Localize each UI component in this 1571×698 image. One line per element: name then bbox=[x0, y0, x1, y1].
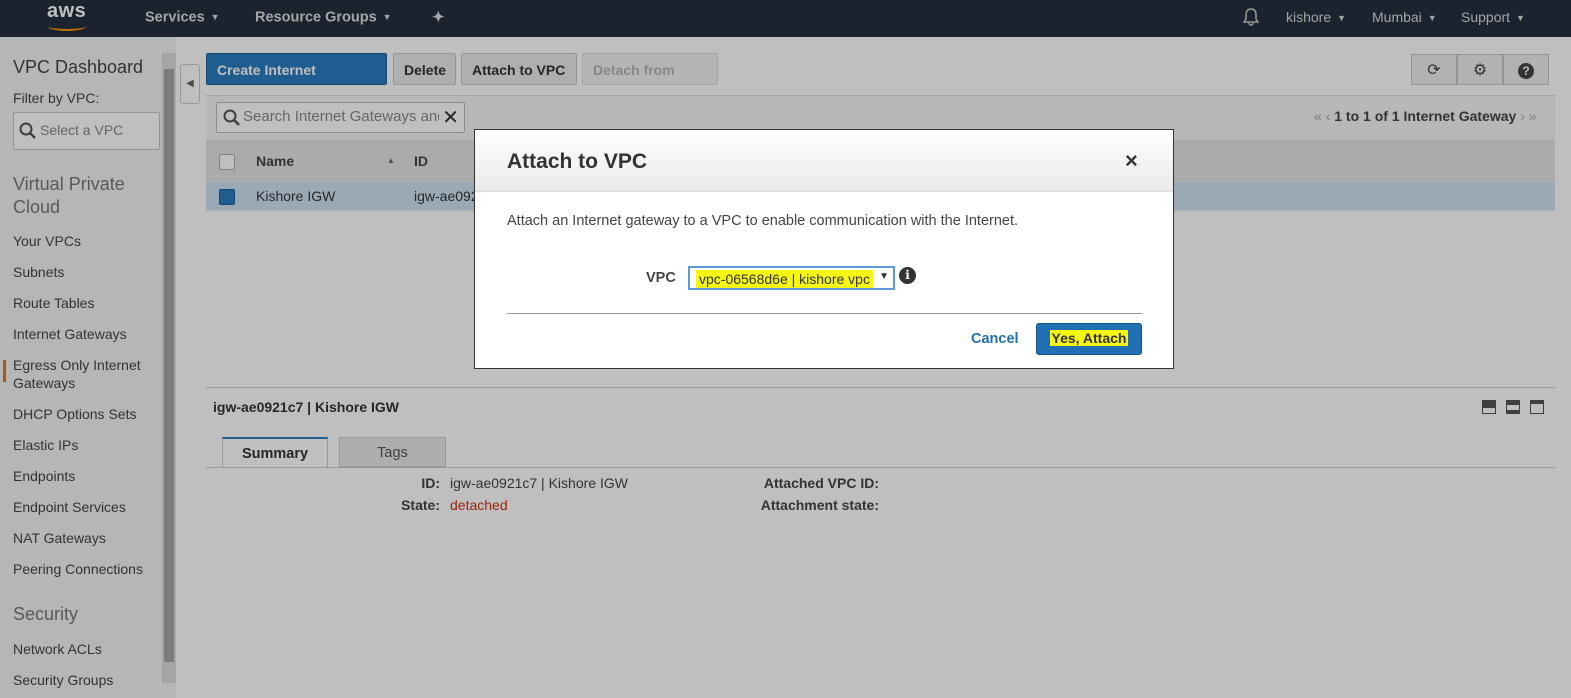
dialog-header: Attach to VPC × bbox=[475, 130, 1173, 192]
yes-attach-button[interactable]: Yes, Attach bbox=[1036, 323, 1142, 355]
chevron-down-icon: ▼ bbox=[879, 271, 889, 282]
yes-attach-label: Yes, Attach bbox=[1049, 330, 1129, 346]
info-icon[interactable]: i bbox=[899, 267, 916, 284]
vpc-select[interactable]: vpc-06568d6e | kishore vpc ▼ bbox=[688, 266, 895, 290]
vpc-label: VPC bbox=[646, 270, 676, 286]
close-icon[interactable]: × bbox=[1125, 148, 1138, 174]
vpc-selected-value: vpc-06568d6e | kishore vpc bbox=[696, 270, 873, 288]
attach-vpc-dialog: Attach to VPC × Attach an Internet gatew… bbox=[474, 129, 1174, 369]
dialog-separator bbox=[507, 313, 1142, 314]
dialog-title: Attach to VPC bbox=[507, 150, 648, 173]
dialog-description: Attach an Internet gateway to a VPC to e… bbox=[507, 213, 1019, 229]
cancel-button[interactable]: Cancel bbox=[971, 331, 1019, 347]
